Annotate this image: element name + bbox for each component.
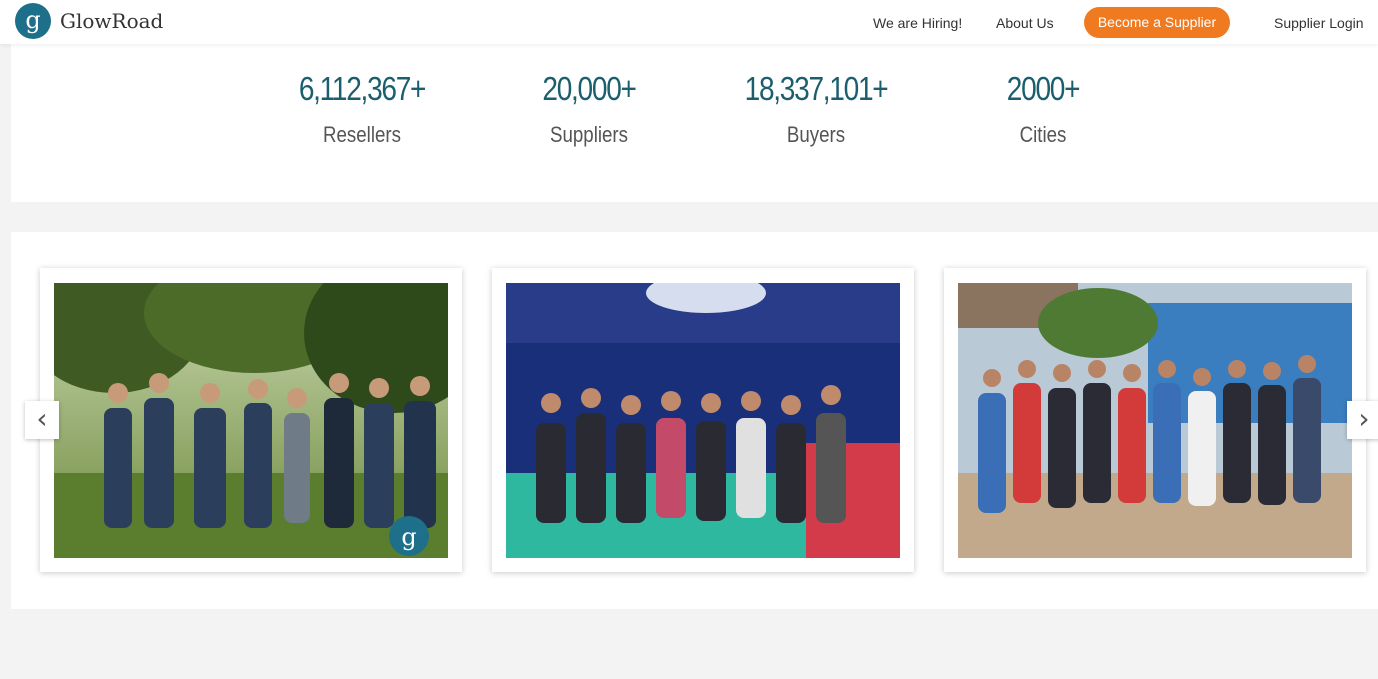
team-award-photo: g bbox=[54, 283, 448, 558]
supplier-login-link[interactable]: Supplier Login bbox=[1274, 15, 1364, 31]
carousel-next-button[interactable]: › bbox=[1347, 401, 1378, 439]
gallery-card[interactable] bbox=[944, 268, 1366, 572]
stat-suppliers: 20,000+ Suppliers bbox=[479, 70, 699, 148]
stat-value: 6,112,367+ bbox=[298, 70, 427, 107]
brand-name[interactable]: GlowRoad bbox=[60, 9, 163, 33]
stat-value: 20,000+ bbox=[542, 70, 637, 107]
gallery-card[interactable] bbox=[492, 268, 914, 572]
chevron-right-icon: › bbox=[1358, 402, 1370, 435]
glowroad-logo-icon[interactable]: g bbox=[15, 3, 51, 39]
stat-value: 2000+ bbox=[1006, 70, 1081, 107]
chevron-left-icon: ‹ bbox=[36, 402, 48, 435]
stat-value: 18,337,101+ bbox=[744, 70, 889, 107]
photo-watermark: g bbox=[401, 523, 416, 551]
stat-buyers: 18,337,101+ Buyers bbox=[706, 70, 926, 148]
stat-label: Buyers bbox=[786, 122, 846, 147]
carousel-prev-button[interactable]: ‹ bbox=[25, 401, 59, 439]
stat-cities: 2000+ Cities bbox=[933, 70, 1153, 148]
top-nav: g GlowRoad We are Hiring! About Us Becom… bbox=[0, 0, 1378, 44]
cricket-team-photo bbox=[958, 283, 1352, 558]
stat-label: Cities bbox=[1019, 122, 1067, 147]
badminton-team-image bbox=[506, 283, 900, 558]
gallery-card[interactable]: g bbox=[40, 268, 462, 572]
stat-label: Suppliers bbox=[550, 122, 628, 147]
stats-section: 6,112,367+ Resellers 20,000+ Suppliers 1… bbox=[11, 44, 1378, 202]
team-photo-carousel: g ‹ › bbox=[11, 232, 1378, 609]
cricket-team-image bbox=[958, 283, 1352, 558]
become-supplier-button[interactable]: Become a Supplier bbox=[1084, 7, 1230, 38]
team-award-image: g bbox=[54, 283, 448, 558]
we-are-hiring-link[interactable]: We are Hiring! bbox=[873, 15, 962, 31]
about-us-link[interactable]: About Us bbox=[996, 15, 1054, 31]
badminton-team-photo bbox=[506, 283, 900, 558]
stat-resellers: 6,112,367+ Resellers bbox=[252, 70, 472, 148]
stat-label: Resellers bbox=[323, 122, 401, 147]
